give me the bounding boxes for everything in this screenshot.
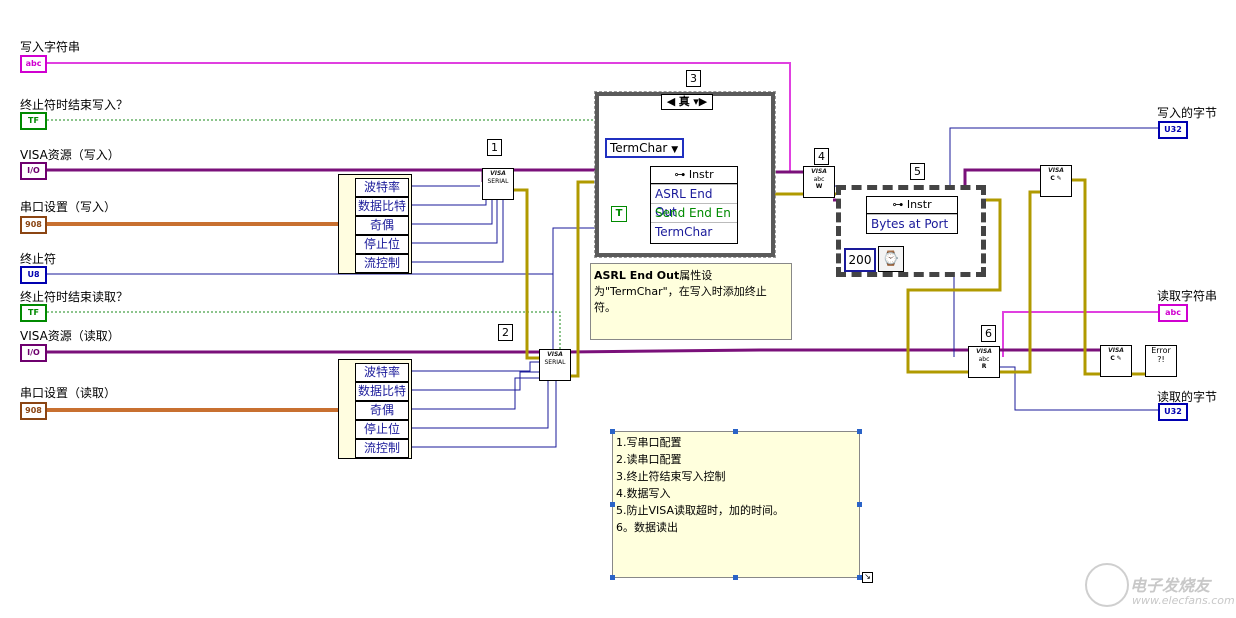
note-line-5: 5.防止VISA读取超时，加的时间。	[616, 504, 784, 517]
resize-handle[interactable]	[610, 575, 615, 580]
visa-read-label: VISA资源（读取）	[20, 329, 120, 343]
watermark-url: www.elecfans.com	[1132, 594, 1235, 607]
true-constant[interactable]: T	[611, 206, 627, 222]
note-line-2: 2.读串口配置	[616, 453, 682, 466]
serial-write-terminal[interactable]: 908	[20, 216, 47, 234]
flat-sequence-structure[interactable]: 200 ⌚ ⊶ Instr Bytes at Port	[836, 185, 986, 277]
bundle-write-parity[interactable]: 奇偶	[355, 216, 409, 235]
chevron-down-icon: ▼	[671, 145, 679, 155]
visa-close-write-icon[interactable]: VISA C ✎	[1040, 165, 1072, 197]
term-end-read-label: 终止符时结束读取？	[20, 290, 129, 304]
serial-bundle-write: 波特率 数据比特 奇偶 停止位 流控制	[338, 174, 412, 274]
wait-constant[interactable]: 200	[844, 248, 876, 272]
visa-close-read-icon[interactable]: VISA C ✎	[1100, 345, 1132, 377]
case-selector[interactable]: ◀ 真 ▾▶	[661, 94, 713, 110]
case-structure[interactable]: ◀ 真 ▾▶ TermChar ▼ T ⊶ Instr ASRL End Out…	[594, 91, 776, 258]
step-number-5: 5	[910, 163, 925, 180]
read-string-label: 读取字符串	[1157, 289, 1218, 303]
resize-handle[interactable]	[733, 429, 738, 434]
step-number-6: 6	[981, 325, 996, 342]
watermark-title: 电子发烧友	[1130, 576, 1211, 595]
term-char-terminal[interactable]: U8	[20, 266, 47, 284]
watermark-logo-icon	[1085, 563, 1129, 607]
comment-asrl: ASRL End Out属性设为"TermChar"，在写入时添加终止符。	[590, 263, 792, 340]
bytes-written-label: 写入的字节	[1157, 106, 1218, 120]
bundle-read-stopbits[interactable]: 停止位	[355, 420, 409, 439]
notes-comment[interactable]: 1.写串口配置 2.读串口配置 3.终止符结束写入控制 4.数据写入 5.防止V…	[612, 431, 860, 578]
term-end-write-label: 终止符时结束写入？	[20, 98, 129, 112]
property-node-icon: ⊶	[674, 168, 689, 181]
term-end-write-terminal[interactable]: TF	[20, 112, 47, 130]
visa-write-label: VISA资源（写入）	[20, 148, 120, 162]
resize-handle[interactable]	[610, 429, 615, 434]
prop-asrl-end-out[interactable]: ASRL End Out	[651, 184, 737, 219]
bytes-read-indicator[interactable]: U32	[1158, 403, 1188, 421]
pencil-icon: ✎	[1116, 355, 1122, 362]
prop-send-end-en[interactable]: Send End En	[651, 203, 737, 222]
read-string-indicator[interactable]: abc	[1158, 304, 1188, 322]
wire-visa-read-b	[567, 348, 1100, 354]
bundle-read-databits[interactable]: 数据比特	[355, 382, 409, 401]
pencil-icon: ✎	[1056, 175, 1062, 182]
wire-visa-write	[47, 168, 485, 182]
property-node-icon: ⊶	[892, 198, 907, 211]
note-line-4: 4.数据写入	[616, 487, 671, 500]
visa-write-icon[interactable]: VISA abc W	[803, 166, 835, 198]
step-number-3: 3	[686, 70, 701, 87]
serial-read-label: 串口设置（读取）	[20, 386, 117, 400]
bundle-write-flow[interactable]: 流控制	[355, 254, 409, 273]
bundle-read-parity[interactable]: 奇偶	[355, 401, 409, 420]
wire-bytes-written	[833, 127, 1160, 187]
wire-term-end-read	[47, 311, 561, 356]
visa-configure-serial-read-icon[interactable]: VISA SERIAL	[539, 349, 571, 381]
serial-write-label: 串口设置（写入）	[20, 200, 117, 214]
term-char-label: 终止符	[20, 252, 57, 266]
warning-icon: ?!	[1157, 355, 1165, 364]
property-node-2[interactable]: ⊶ Instr Bytes at Port	[866, 196, 958, 234]
serial-read-terminal[interactable]: 908	[20, 402, 47, 420]
termchar-ring-constant[interactable]: TermChar ▼	[605, 138, 684, 158]
serial-bundle-read: 波特率 数据比特 奇偶 停止位 流控制	[338, 359, 412, 459]
step-number-2: 2	[498, 324, 513, 341]
simple-error-handler-icon[interactable]: Error?!	[1145, 345, 1177, 377]
write-string-label: 写入字符串	[20, 40, 81, 54]
resize-handle[interactable]	[610, 502, 615, 507]
prop-termchar[interactable]: TermChar	[651, 222, 737, 241]
bundle-write-databits[interactable]: 数据比特	[355, 197, 409, 216]
note-line-6: 6。数据读出	[616, 521, 678, 534]
step-number-4: 4	[814, 148, 829, 165]
bundle-read-flow[interactable]: 流控制	[355, 439, 409, 458]
note-line-1: 1.写串口配置	[616, 436, 682, 449]
wait-ms-icon[interactable]: ⌚	[878, 246, 904, 272]
note-line-3: 3.终止符结束写入控制	[616, 470, 726, 483]
visa-write-terminal[interactable]: I/O	[20, 162, 47, 180]
bytes-written-indicator[interactable]: U32	[1158, 121, 1188, 139]
resize-handle[interactable]	[857, 502, 862, 507]
resize-handle[interactable]	[733, 575, 738, 580]
step-number-1: 1	[487, 139, 502, 156]
bundle-write-stopbits[interactable]: 停止位	[355, 235, 409, 254]
wire-term-char	[47, 227, 598, 275]
bundle-write-baud[interactable]: 波特率	[355, 178, 409, 197]
term-end-read-terminal[interactable]: TF	[20, 304, 47, 322]
resize-corner-icon[interactable]: ↘	[862, 572, 873, 583]
property-node-1[interactable]: ⊶ Instr ASRL End Out Send End En TermCha…	[650, 166, 738, 244]
visa-read-terminal[interactable]: I/O	[20, 344, 47, 362]
bundle-read-baud[interactable]: 波特率	[355, 363, 409, 382]
prop-bytes-at-port[interactable]: Bytes at Port	[867, 214, 957, 233]
resize-handle[interactable]	[857, 429, 862, 434]
write-string-terminal[interactable]: abc	[20, 55, 47, 73]
visa-configure-serial-write-icon[interactable]: VISA SERIAL	[482, 168, 514, 200]
visa-read-icon[interactable]: VISA abc R	[968, 346, 1000, 378]
